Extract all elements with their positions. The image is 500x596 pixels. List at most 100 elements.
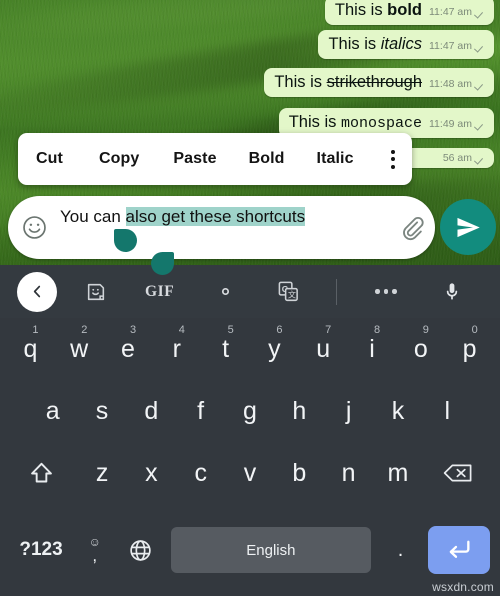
key-y[interactable]: 6y	[250, 318, 299, 380]
key-m[interactable]: m	[373, 442, 422, 504]
sent-check-icon	[475, 80, 486, 89]
emoji-smiley-icon[interactable]	[21, 214, 48, 241]
selection-handle-end[interactable]	[151, 252, 174, 275]
key-d[interactable]: d	[127, 380, 176, 442]
key-b[interactable]: b	[275, 442, 324, 504]
sent-check-icon	[475, 154, 486, 163]
key-i[interactable]: 8i	[348, 318, 397, 380]
key-r[interactable]: 4r	[152, 318, 201, 380]
key-label: u	[316, 334, 331, 363]
spacebar[interactable]: English	[170, 527, 372, 573]
period-key[interactable]: .	[379, 504, 422, 596]
keyboard-more-button[interactable]	[375, 289, 397, 294]
paperclip-icon[interactable]	[398, 214, 426, 242]
send-paper-plane-icon	[456, 217, 480, 237]
dot	[392, 289, 397, 294]
language-switch-key[interactable]	[117, 504, 162, 596]
key-label: q	[23, 334, 38, 363]
key-number: 4	[178, 324, 185, 336]
message-meta: 11:47 am	[429, 40, 486, 52]
message-text: This is monospace	[288, 113, 422, 132]
on-screen-keyboard: GIF G 文	[0, 265, 500, 596]
keyboard-keys: 1q 2w 3e 4r 5t 6y 7u 8i 9o 0p a s d f g …	[0, 318, 500, 596]
message-bubble[interactable]: This is bold 11:47 am	[324, 0, 494, 25]
key-label: e	[121, 334, 135, 363]
key-label: y	[268, 334, 281, 363]
key-t[interactable]: 5t	[201, 318, 250, 380]
menu-item-cut[interactable]: Cut	[36, 150, 63, 168]
menu-item-italic[interactable]: Italic	[317, 150, 354, 168]
shift-key[interactable]	[6, 442, 77, 504]
message-meta: 11:47 am	[429, 6, 486, 18]
key-p[interactable]: 0p	[445, 318, 494, 380]
key-e[interactable]: 3e	[104, 318, 153, 380]
key-number: 7	[325, 324, 332, 336]
key-h[interactable]: h	[275, 380, 324, 442]
key-v[interactable]: v	[225, 442, 274, 504]
key-label: i	[369, 334, 375, 363]
key-number: 3	[129, 324, 137, 336]
backspace-key[interactable]	[423, 442, 494, 504]
selection-caret-gap	[139, 232, 241, 254]
keyboard-back-button[interactable]	[17, 271, 57, 312]
message-text: This is bold	[334, 1, 422, 19]
dot	[375, 289, 380, 294]
input-text-selected: also get these shortcuts	[125, 207, 306, 226]
key-number: 0	[471, 324, 478, 336]
menu-item-bold[interactable]: Bold	[249, 150, 285, 168]
keyboard-row-2: a s d f g h j k l	[0, 380, 500, 442]
gear-icon	[222, 287, 230, 296]
key-k[interactable]: k	[373, 380, 422, 442]
globe-icon	[128, 538, 153, 563]
selection-handle-start[interactable]	[114, 229, 137, 252]
key-number: 8	[373, 324, 381, 336]
app-root: This is bold 11:47 am This is italics 11…	[0, 0, 500, 596]
key-f[interactable]: f	[176, 380, 225, 442]
svg-text:文: 文	[288, 290, 296, 300]
message-time: 11:47 am	[429, 6, 472, 18]
overflow-dots-icon[interactable]	[378, 149, 408, 169]
message-composer[interactable]: You can also get these shortcuts	[8, 196, 435, 259]
symbols-key[interactable]: ?123	[10, 504, 72, 596]
sent-check-icon	[475, 120, 486, 129]
key-j[interactable]: j	[324, 380, 373, 442]
send-button[interactable]	[440, 199, 496, 255]
key-z[interactable]: z	[77, 442, 126, 504]
key-c[interactable]: c	[176, 442, 225, 504]
shift-arrow-icon	[28, 460, 55, 487]
key-a[interactable]: a	[28, 380, 77, 442]
voice-input-button[interactable]	[441, 281, 463, 303]
key-x[interactable]: x	[127, 442, 176, 504]
key-u[interactable]: 7u	[299, 318, 348, 380]
sent-check-icon	[475, 8, 486, 17]
message-time: 56 am	[442, 152, 472, 164]
key-q[interactable]: 1q	[6, 318, 55, 380]
sticker-button[interactable]	[85, 281, 107, 303]
key-o[interactable]: 9o	[396, 318, 445, 380]
enter-key[interactable]	[428, 526, 491, 574]
key-s[interactable]: s	[77, 380, 126, 442]
message-time: 11:47 am	[429, 40, 472, 52]
gif-button[interactable]: GIF	[145, 283, 174, 301]
translate-icon: G 文	[278, 281, 299, 302]
key-n[interactable]: n	[324, 442, 373, 504]
translate-button[interactable]: G 文	[277, 280, 300, 303]
keyboard-toolbar: GIF G 文	[0, 265, 500, 318]
message-meta: 11:48 am	[429, 78, 486, 90]
key-w[interactable]: 2w	[55, 318, 104, 380]
menu-item-copy[interactable]: Copy	[99, 150, 139, 168]
key-l[interactable]: l	[423, 380, 472, 442]
key-label: o	[413, 334, 428, 363]
message-bubble[interactable]: This is italics 11:47 am	[318, 30, 494, 59]
comma-key[interactable]: ☺ ,	[72, 504, 117, 596]
message-bubble[interactable]: This is strikethrough 11:48 am	[264, 68, 494, 97]
microphone-icon	[446, 282, 458, 299]
dot	[391, 157, 395, 161]
watermark: wsxdn.com	[432, 580, 494, 594]
settings-button[interactable]	[214, 280, 237, 303]
dot	[391, 164, 395, 169]
menu-item-paste[interactable]: Paste	[173, 150, 216, 168]
key-label: t	[222, 334, 230, 363]
message-meta: 56 am	[443, 152, 486, 164]
key-g[interactable]: g	[225, 380, 274, 442]
